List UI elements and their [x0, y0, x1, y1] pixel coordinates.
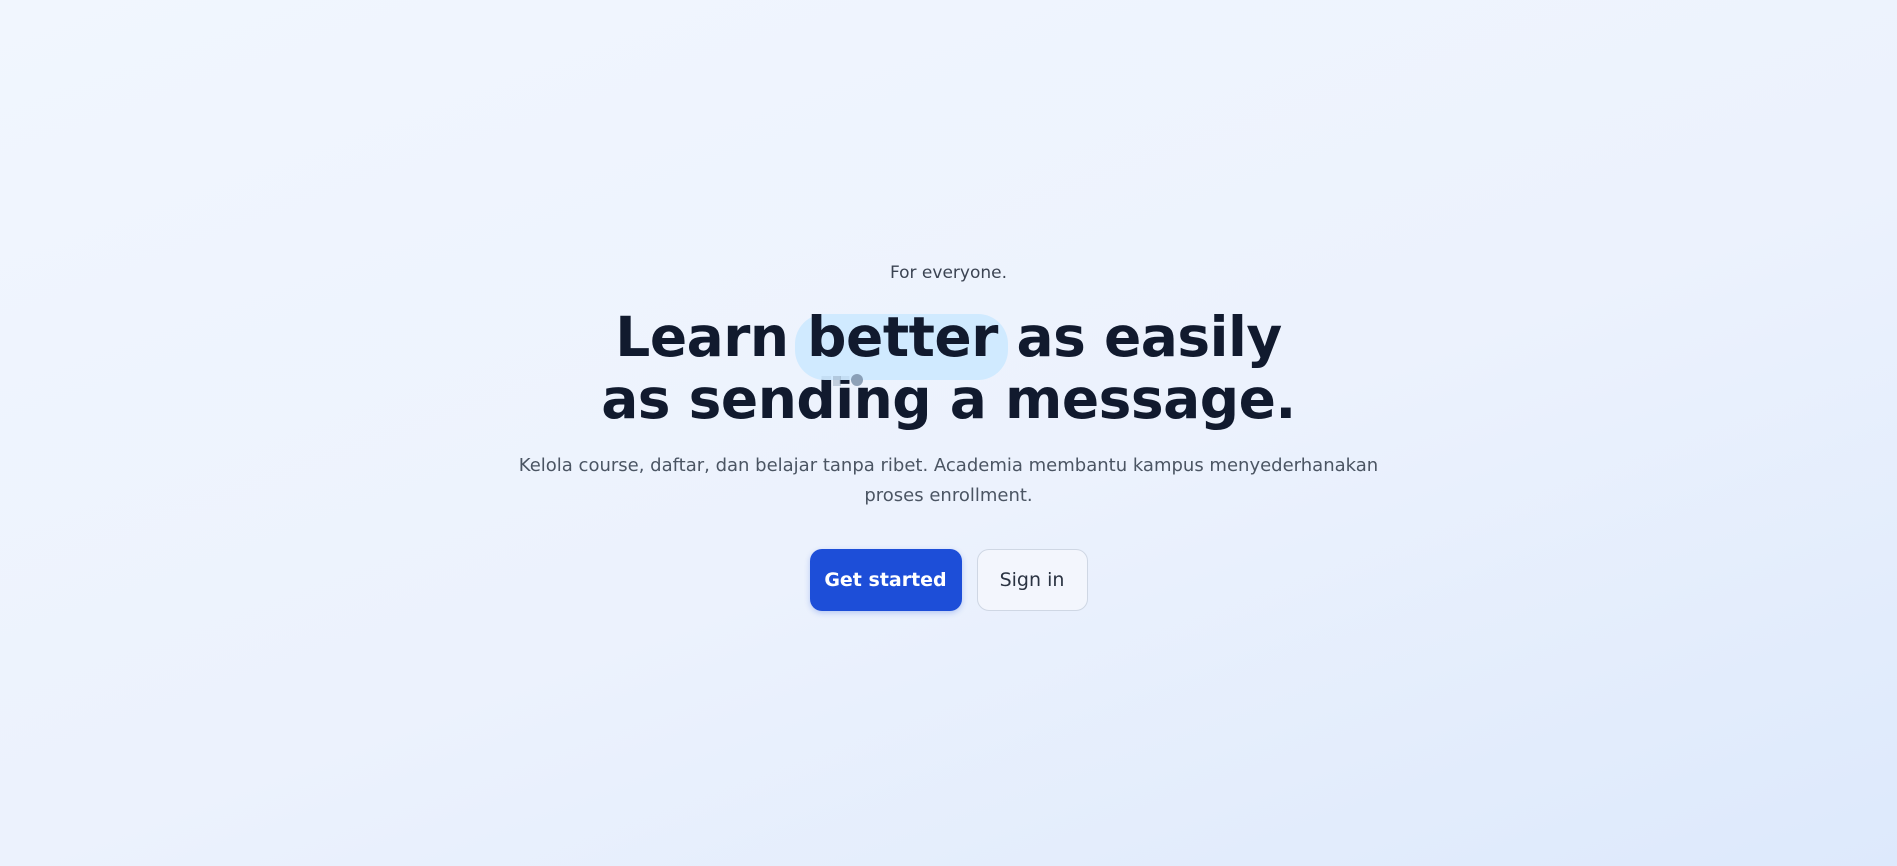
- hero-section: For everyone. Learn better as easily as …: [0, 0, 1897, 866]
- text-cursor-icon: [833, 376, 841, 386]
- headline-text-end: as easily: [997, 305, 1283, 369]
- headline-line-1: Learn better as easily: [0, 305, 1897, 380]
- headline-highlight-word: better: [795, 305, 1008, 380]
- get-started-button[interactable]: Get started: [809, 549, 962, 611]
- hero-subtitle: Kelola course, daftar, dan belajar tanpa…: [518, 455, 1379, 506]
- headline-text-start: Learn: [615, 305, 808, 369]
- sign-in-button[interactable]: Sign in: [976, 549, 1088, 611]
- mouse-pointer-icon: [851, 374, 863, 386]
- hero-actions: Get started Sign in: [0, 549, 1897, 611]
- hero-headline: Learn better as easily as sending a mess…: [0, 306, 1897, 430]
- hero-eyebrow: For everyone.: [889, 263, 1008, 283]
